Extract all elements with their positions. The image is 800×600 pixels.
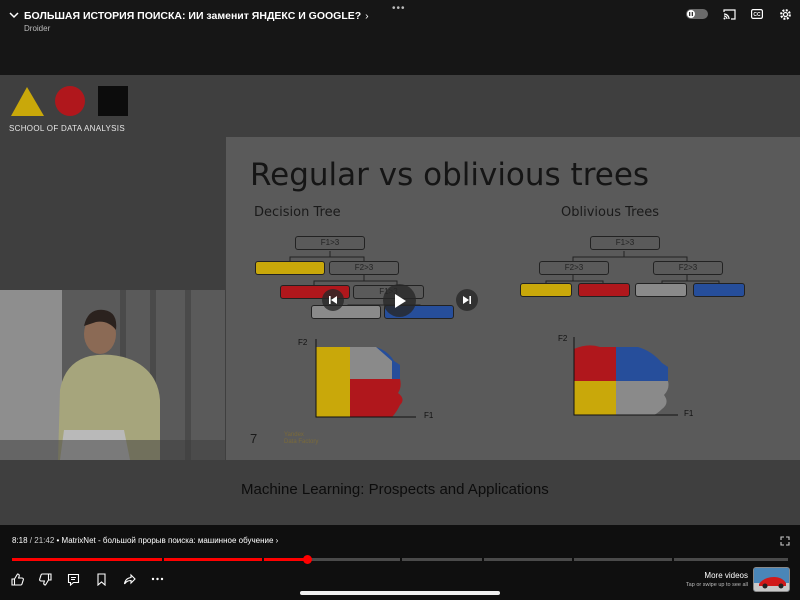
decision-tree-label: Decision Tree: [254, 205, 341, 220]
video-title-text: БОЛЬШАЯ ИСТОРИЯ ПОИСКА: ИИ заменит ЯНДЕК…: [24, 10, 362, 22]
chapter-marker: [262, 558, 264, 561]
player-controls: 8:18 / 21:42 • MatrixNet - большой проры…: [0, 525, 800, 600]
tree-node: F2>3: [653, 261, 723, 275]
oblivious-trees-label: Oblivious Trees: [561, 205, 659, 220]
axis-f2-label: F2: [558, 334, 568, 343]
axis-f2-label: F2: [298, 338, 308, 347]
fullscreen-icon[interactable]: [780, 536, 790, 546]
school-label: SCHOOL OF DATA ANALYSIS: [9, 124, 125, 133]
current-time: 8:18: [12, 536, 28, 545]
bookmark-icon[interactable]: [94, 572, 108, 586]
cast-icon[interactable]: [722, 7, 736, 21]
chevron-down-icon[interactable]: [8, 8, 20, 22]
pause-icon: [687, 10, 695, 18]
leaf-gray: [311, 305, 381, 319]
next-button[interactable]: [456, 289, 478, 311]
tree-node: F1>3: [590, 236, 660, 250]
more-videos[interactable]: More videos Tap or swipe up to see all: [672, 571, 748, 588]
progress-bar[interactable]: [12, 555, 788, 564]
tree-node: F1>3: [295, 236, 365, 250]
chevron-right-icon: ›: [365, 10, 369, 22]
oblivious-tree-plot: F2 F1: [558, 334, 694, 418]
comments-icon[interactable]: [66, 572, 80, 586]
chapter-marker: [482, 558, 484, 561]
axis-f1-label: F1: [424, 411, 434, 420]
leaf-yellow: [255, 261, 325, 275]
channel-name[interactable]: Droider: [24, 24, 50, 33]
chevron-right-icon: ›: [273, 536, 279, 545]
school-logo: [11, 86, 128, 116]
speaker-webcam: [0, 290, 225, 460]
presentation-slide: Regular vs oblivious trees Decision Tree…: [226, 137, 800, 460]
slide-number: 7: [250, 431, 258, 446]
tree-node: F2>3: [539, 261, 609, 275]
chapter-title: • MatrixNet - большой прорыв поиска: маш…: [54, 536, 274, 545]
play-icon: [394, 293, 406, 308]
chapter-marker: [400, 558, 402, 561]
share-icon[interactable]: [122, 572, 136, 586]
top-bar: ••• БОЛЬШАЯ ИСТОРИЯ ПОИСКА: ИИ заменит Я…: [0, 0, 800, 75]
axis-f1-label: F1: [684, 409, 694, 418]
thumbs-up-icon[interactable]: [10, 572, 24, 586]
slide-title: Regular vs oblivious trees: [250, 157, 650, 193]
time-and-chapter[interactable]: 8:18 / 21:42 • MatrixNet - большой проры…: [12, 536, 278, 545]
autoplay-toggle-icon[interactable]: [686, 9, 708, 19]
action-row: [10, 572, 164, 586]
sponsor-label: Yandex Data Factory: [284, 432, 318, 446]
home-indicator[interactable]: [300, 591, 500, 595]
more-videos-hint: Tap or swipe up to see all: [685, 582, 748, 588]
leaf-gray: [635, 283, 687, 297]
skip-previous-icon: [329, 296, 337, 304]
sponsor-text: Yandex Data Factory: [284, 432, 319, 445]
svg-text:CC: CC: [753, 12, 761, 18]
skip-next-icon: [463, 296, 471, 304]
more-videos-title: More videos: [704, 571, 748, 580]
chapter-marker: [672, 558, 674, 561]
video-caption: Machine Learning: Prospects and Applicat…: [241, 481, 549, 498]
thumbs-down-icon[interactable]: [38, 572, 52, 586]
drag-handle-icon[interactable]: •••: [392, 3, 406, 14]
progress-scrubber[interactable]: [302, 555, 312, 564]
video-title[interactable]: БОЛЬШАЯ ИСТОРИЯ ПОИСКА: ИИ заменит ЯНДЕК…: [24, 10, 369, 22]
duration: 21:42: [34, 536, 55, 545]
chapter-marker: [572, 558, 574, 561]
leaf-blue: [693, 283, 745, 297]
tree-node: F2>3: [329, 261, 399, 275]
captions-icon[interactable]: CC: [750, 7, 764, 21]
video-player[interactable]: SCHOOL OF DATA ANALYSIS Regular vs obliv…: [0, 75, 800, 525]
leaf-yellow: [520, 283, 572, 297]
chapter-marker: [162, 558, 164, 561]
decision-tree-plot: F2 F1: [298, 338, 434, 420]
leaf-red: [578, 283, 630, 297]
previous-button[interactable]: [322, 289, 344, 311]
more-videos-thumbnail[interactable]: [753, 567, 790, 592]
play-button[interactable]: [383, 284, 416, 317]
more-icon[interactable]: [150, 572, 164, 586]
top-icons: CC: [686, 7, 792, 21]
gear-icon[interactable]: [778, 7, 792, 21]
